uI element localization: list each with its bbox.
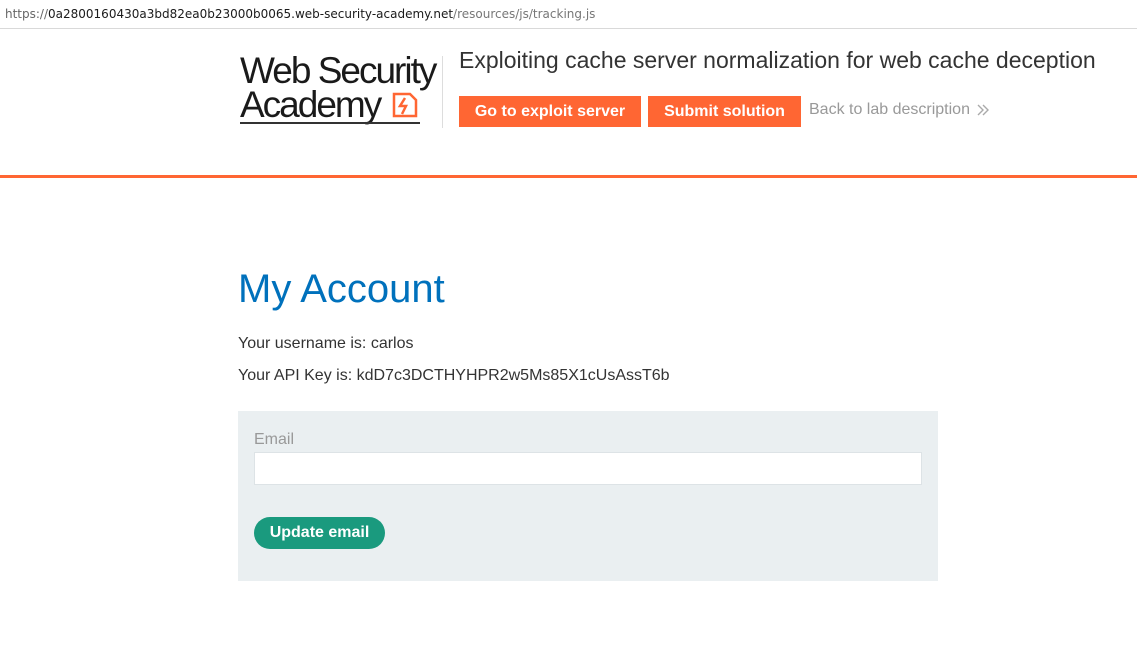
address-bar[interactable]: https://0a2800160430a3bd82ea0b23000b0065… [0,0,1137,29]
email-label: Email [254,431,295,448]
header-accent-rule [0,175,1137,178]
email-input[interactable] [254,452,922,485]
update-email-button[interactable]: Update email [254,517,385,549]
update-email-form: Email Update email [238,411,938,581]
academy-logo[interactable]: Web Security Academy [240,52,440,128]
url-path: /resources/js/tracking.js [453,7,596,21]
submit-solution-button[interactable]: Submit solution [648,96,801,127]
page-title: My Account [238,267,445,311]
back-to-lab-description-link[interactable]: Back to lab description [809,101,990,119]
double-chevron-right-icon [977,104,989,116]
lightning-bolt-icon [392,92,418,118]
back-link-label: Back to lab description [809,101,970,118]
logo-underline [240,122,420,124]
header-divider [442,56,443,128]
go-to-exploit-server-button[interactable]: Go to exploit server [459,96,641,127]
logo-text-line2: Academy [240,84,382,125]
url-scheme: https:// [5,7,49,21]
username-text: Your username is: carlos [238,335,414,352]
api-key-text: Your API Key is: kdD7c3DCTHYHPR2w5Ms85X1… [238,367,670,384]
lab-title: Exploiting cache server normalization fo… [459,47,1096,73]
url-host: 0a2800160430a3bd82ea0b23000b0065.web-sec… [48,7,454,21]
